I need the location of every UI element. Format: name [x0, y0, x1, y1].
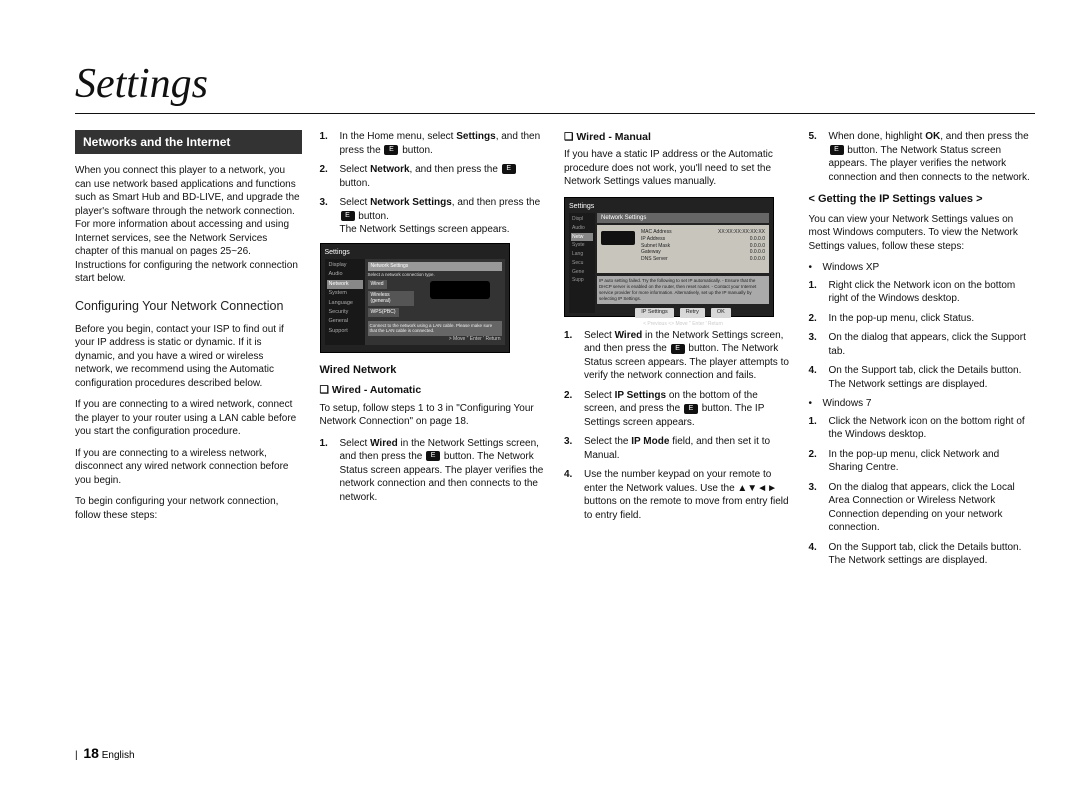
paragraph: If you have a static IP address or the A… [564, 148, 791, 189]
column-2: 1. In the Home menu, select Settings, an… [320, 130, 547, 574]
section-banner: Networks and the Internet [75, 130, 302, 154]
manual-page: Settings Networks and the Internet When … [0, 0, 1080, 789]
subhead-wired-network: Wired Network [320, 363, 547, 378]
column-4: 5. When done, highlight OK, and then pre… [809, 130, 1036, 574]
manual-steps-cont: 5. When done, highlight OK, and then pre… [809, 130, 1036, 184]
os-bullet: Windows 7 [809, 397, 1036, 411]
enter-icon: E [671, 344, 685, 354]
list-item: 2. Select Network, and then press the E … [320, 163, 547, 190]
list-item: 1. In the Home menu, select Settings, an… [320, 130, 547, 157]
subhead-wired-automatic: ❏ Wired - Automatic [320, 383, 547, 397]
list-item: 1.Click the Network icon on the bottom r… [809, 415, 1036, 442]
list-item: 3.On the dialog that appears, click the … [809, 331, 1036, 358]
w7-steps: 1.Click the Network icon on the bottom r… [809, 415, 1036, 568]
list-item: 1. Select Wired in the Network Settings … [320, 437, 547, 505]
ok-button: OK [711, 308, 731, 317]
page-footer: | 18 English [75, 745, 135, 761]
ss-title: Settings [325, 248, 505, 257]
network-settings-screenshot-1: Settings Display Audio Network System La… [320, 243, 510, 353]
ss-title: Settings [569, 202, 769, 211]
page-title: Settings [75, 60, 1035, 114]
enter-icon: E [502, 164, 516, 174]
router-icon [601, 231, 635, 245]
column-3: ❏ Wired - Manual If you have a static IP… [564, 130, 791, 574]
ss-panel-title: Network Settings [368, 262, 502, 271]
paragraph: To begin configuring your network connec… [75, 495, 302, 522]
ss-panel-title: Network Settings [597, 213, 769, 223]
footer-divider: | [75, 750, 78, 761]
page-number: 18 [83, 745, 99, 761]
ss-panel: Network Settings MAC AddressXX:XX:XX:XX:… [597, 213, 769, 328]
initial-steps: 1. In the Home menu, select Settings, an… [320, 130, 547, 237]
list-item: 2. Select IP Settings on the bottom of t… [564, 389, 791, 430]
ip-settings-button: IP Settings [635, 308, 674, 317]
retry-button: Retry [680, 308, 705, 317]
auto-steps: 1. Select Wired in the Network Settings … [320, 437, 547, 505]
os-bullet: Windows XP [809, 261, 1036, 275]
paragraph: Before you begin, contact your ISP to fi… [75, 323, 302, 391]
content-columns: Networks and the Internet When you conne… [75, 130, 1035, 574]
enter-icon: E [426, 451, 440, 461]
list-item: 1. Select Wired in the Network Settings … [564, 329, 791, 383]
list-item: 2.In the pop-up menu, click Network and … [809, 448, 1036, 475]
list-item: 5. When done, highlight OK, and then pre… [809, 130, 1036, 184]
enter-icon: E [341, 211, 355, 221]
paragraph: If you are connecting to a wireless netw… [75, 447, 302, 488]
list-item: 4.On the Support tab, click the Details … [809, 541, 1036, 568]
list-item: 3. Select Network Settings, and then pre… [320, 196, 547, 237]
xp-steps: 1.Right click the Network icon on the bo… [809, 279, 1036, 392]
enter-icon: E [384, 145, 398, 155]
ss-sidebar: Displ Audio Netw Syste Lang Secu Gene Su… [569, 213, 595, 313]
list-item: 4.On the Support tab, click the Details … [809, 364, 1036, 391]
network-settings-screenshot-2: Settings Displ Audio Netw Syste Lang Sec… [564, 197, 774, 317]
subhead-configuring: Configuring Your Network Connection [75, 298, 302, 315]
ss-panel: Network Settings Select a network connec… [365, 259, 505, 345]
column-1: Networks and the Internet When you conne… [75, 130, 302, 574]
ss-sidebar: Display Audio Network System Language Se… [325, 259, 365, 345]
list-item: 3. Select the IP Mode field, and then se… [564, 435, 791, 462]
list-item: 4. Use the number keypad on your remote … [564, 468, 791, 522]
list-item: 2.In the pop-up menu, click Status. [809, 312, 1036, 326]
subhead-getting-ip: < Getting the IP Settings values > [809, 192, 1036, 207]
manual-steps: 1. Select Wired in the Network Settings … [564, 329, 791, 523]
intro-paragraph: When you connect this player to a networ… [75, 164, 302, 286]
subhead-wired-manual: ❏ Wired - Manual [564, 130, 791, 144]
enter-icon: E [684, 404, 698, 414]
paragraph: You can view your Network Settings value… [809, 213, 1036, 254]
footer-language: English [102, 750, 135, 761]
paragraph: If you are connecting to a wired network… [75, 398, 302, 439]
paragraph: To setup, follow steps 1 to 3 in "Config… [320, 402, 547, 429]
enter-icon: E [830, 145, 844, 155]
router-icon [430, 281, 490, 299]
list-item: 1.Right click the Network icon on the bo… [809, 279, 1036, 306]
list-item: 3.On the dialog that appears, click the … [809, 481, 1036, 535]
